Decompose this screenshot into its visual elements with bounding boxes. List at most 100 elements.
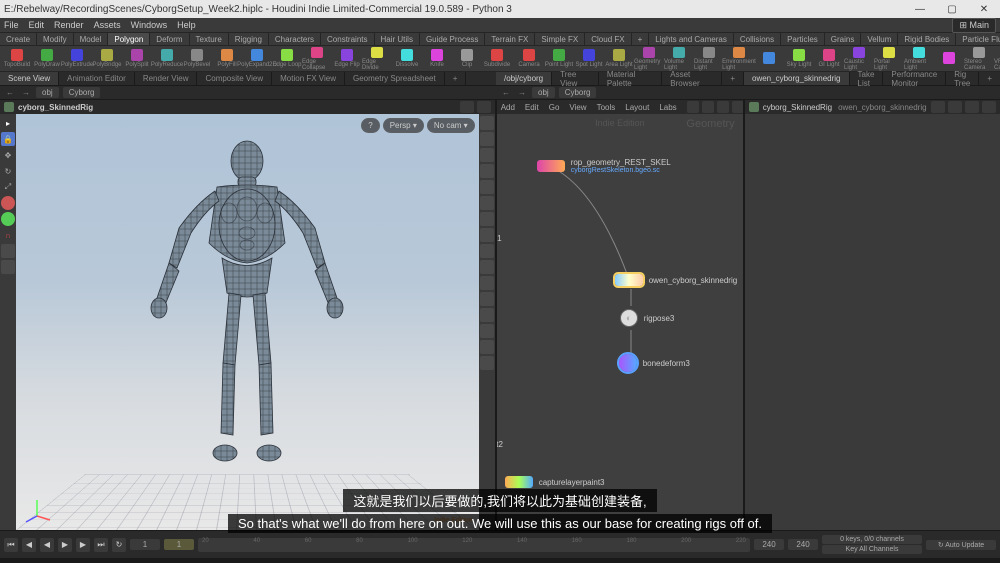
path-obj[interactable]: obj	[36, 87, 59, 98]
help-icon[interactable]: ?	[361, 118, 379, 133]
pane-tab[interactable]: +	[722, 72, 744, 85]
shelf-tool[interactable]: Edge Collapse	[302, 47, 332, 71]
shelf-tab[interactable]: Simple FX	[535, 33, 585, 45]
pane-tab[interactable]: +	[979, 72, 1000, 85]
pane-tab[interactable]: Animation Editor	[59, 72, 135, 85]
pane-tab[interactable]: Performance Monitor	[883, 72, 946, 85]
ghost-icon[interactable]	[480, 164, 494, 178]
shelf-tab[interactable]: Polygon	[108, 33, 150, 45]
net-menu-layout[interactable]: Layout	[625, 103, 649, 112]
link-icon[interactable]	[477, 101, 491, 113]
loop-button[interactable]: ↻	[112, 538, 126, 552]
pin-icon[interactable]	[982, 101, 996, 113]
snap-icon[interactable]	[1, 244, 15, 258]
play-reverse-button[interactable]: ◀	[40, 538, 54, 552]
points-icon[interactable]	[480, 228, 494, 242]
shelf-tool[interactable]: Stereo Camera	[964, 47, 994, 71]
camera-icon[interactable]	[480, 196, 494, 210]
shelf-tab[interactable]: Characters	[269, 33, 321, 45]
display-icon[interactable]	[480, 116, 494, 130]
global-end-field[interactable]: 240	[788, 539, 818, 550]
path-cyborg[interactable]: Cyborg	[559, 87, 597, 98]
select-tool-icon[interactable]: ▸	[1, 116, 15, 130]
auto-update-toggle[interactable]: ↻ Auto Update	[926, 540, 996, 550]
shelf-tab[interactable]: Collisions	[734, 33, 781, 45]
shelf-tab[interactable]: Modify	[37, 33, 74, 45]
grid-icon[interactable]	[1, 260, 15, 274]
pane-tab[interactable]: Render View	[135, 72, 198, 85]
net-icon[interactable]	[687, 101, 699, 113]
shelf-tab[interactable]: Create	[0, 33, 37, 45]
shelf-tool[interactable]: Subdivide	[482, 47, 512, 71]
paint-tool-icon[interactable]	[1, 212, 15, 226]
first-frame-button[interactable]: ⏮	[4, 538, 18, 552]
3d-viewport[interactable]: ? Persp ▾ No cam ▾ Indie Edition	[16, 114, 479, 530]
help-icon[interactable]	[965, 101, 979, 113]
menu-windows[interactable]: Windows	[131, 20, 168, 30]
shelf-tab[interactable]: Rigging	[229, 33, 269, 45]
node-bonedeform[interactable]: bonedeform3	[619, 354, 690, 372]
brush-tool-icon[interactable]	[1, 196, 15, 210]
menu-render[interactable]: Render	[54, 20, 84, 30]
shelf-tab[interactable]: Guide Process	[420, 33, 485, 45]
nav-back-icon[interactable]: ←	[500, 87, 512, 99]
shelf-tool[interactable]	[754, 47, 784, 71]
camera-select-dropdown[interactable]: No cam ▾	[427, 118, 475, 133]
shelf-tool[interactable]: Knife	[422, 47, 452, 71]
maximize-button[interactable]: ▢	[940, 2, 964, 16]
desktop-selector[interactable]: ⊞ Main	[952, 18, 996, 33]
bg-icon[interactable]	[480, 340, 494, 354]
net-icon[interactable]	[717, 101, 729, 113]
next-frame-button[interactable]: ▶	[76, 538, 90, 552]
node-skinnedrig[interactable]: owen_cyborg_skinnedrig	[615, 274, 738, 286]
net-menu-tools[interactable]: Tools	[597, 103, 616, 112]
parameter-panel[interactable]	[745, 114, 1000, 530]
textures-icon[interactable]	[480, 276, 494, 290]
pane-tab[interactable]: Scene View	[0, 72, 59, 85]
start-frame-field[interactable]: 1	[130, 539, 160, 550]
shelf-tool[interactable]: Area Light	[604, 47, 634, 71]
node-capturelayerpaint[interactable]: capturelayerpaint3	[505, 476, 605, 488]
shelf-tab[interactable]: Particles	[781, 33, 825, 45]
shelf-tool[interactable]: Geometry Light	[634, 47, 664, 71]
shelf-tool[interactable]: Ambient Light	[904, 47, 934, 71]
shelf-tool[interactable]	[934, 47, 964, 71]
play-button[interactable]: ▶	[58, 538, 72, 552]
timeline-track[interactable]: 20406080100120140160180200220	[198, 538, 750, 552]
shelf-tool[interactable]: Environment Light	[724, 47, 754, 71]
nav-back-icon[interactable]: ←	[4, 87, 16, 99]
net-menu-go[interactable]: Go	[549, 103, 560, 112]
shelf-tool[interactable]: Point Light	[544, 47, 574, 71]
last-frame-button[interactable]: ⏭	[94, 538, 108, 552]
lock-icon[interactable]: 🔒	[1, 132, 15, 146]
shelf-tool[interactable]: Volume Light	[664, 47, 694, 71]
shelf-tool[interactable]: PolyBevel	[182, 47, 212, 71]
pane-tab[interactable]: Take List	[850, 72, 884, 85]
shelf-tool[interactable]: Clip	[452, 47, 482, 71]
menu-help[interactable]: Help	[177, 20, 196, 30]
shelf-tab[interactable]: Texture	[190, 33, 229, 45]
shelf-tool[interactable]: Portal Light	[874, 47, 904, 71]
hq-icon[interactable]	[480, 324, 494, 338]
shelf-tool[interactable]: Edge Flip	[332, 47, 362, 71]
pane-tab[interactable]: Asset Browser	[662, 72, 722, 85]
shelf-tool[interactable]: Sky Light	[784, 47, 814, 71]
shelf-tab[interactable]: Hair Utils	[375, 33, 420, 45]
magnet-icon[interactable]: ∩	[1, 228, 15, 242]
net-menu-add[interactable]: Add	[501, 103, 515, 112]
wireframe-icon[interactable]	[480, 148, 494, 162]
gear-icon[interactable]	[931, 101, 945, 113]
reload-icon[interactable]	[948, 101, 962, 113]
shading-icon[interactable]	[480, 132, 494, 146]
node-rop-geometry[interactable]: rop_geometry_REST_SKEL cyborgRestSkeleto…	[537, 158, 671, 174]
shelf-tab[interactable]: Deform	[150, 33, 189, 45]
shelf-tool[interactable]: Distant Light	[694, 47, 724, 71]
shelf-tab[interactable]: Lights and Cameras	[649, 33, 734, 45]
nav-fwd-icon[interactable]: →	[516, 87, 528, 99]
materials-icon[interactable]	[480, 260, 494, 274]
pane-tab[interactable]: Geometry Spreadsheet	[345, 72, 445, 85]
pane-tab[interactable]: Motion FX View	[272, 72, 345, 85]
net-menu-view[interactable]: View	[569, 103, 586, 112]
node-rigpose[interactable]: ◐ rigpose3	[620, 309, 675, 327]
pin-icon[interactable]	[460, 101, 474, 113]
